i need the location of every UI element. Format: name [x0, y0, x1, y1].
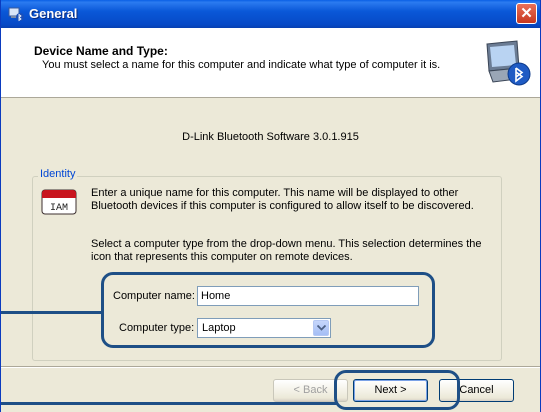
window-title: General — [29, 6, 78, 21]
svg-text:IAM: IAM — [50, 203, 68, 214]
computer-bluetooth-icon — [481, 38, 533, 90]
wizard-window: General ✕ Device Name and Type: You must… — [0, 0, 541, 412]
hello-i-am-badge-icon: IAM — [41, 188, 77, 216]
callout-highlight-fields — [101, 272, 435, 348]
header-title: Device Name and Type: — [34, 44, 168, 58]
close-icon: ✕ — [520, 5, 533, 22]
software-version: D-Link Bluetooth Software 3.0.1.915 — [182, 131, 359, 143]
title-bar[interactable]: General ✕ — [1, 0, 540, 28]
header-subtitle: You must select a name for this computer… — [42, 59, 441, 71]
wizard-header: Device Name and Type: You must select a … — [1, 28, 540, 98]
identity-type-description: Select a computer type from the drop-dow… — [91, 238, 482, 263]
bluetooth-device-icon — [8, 6, 24, 22]
callout-highlight-next — [334, 370, 460, 410]
footer-separator — [1, 366, 540, 368]
callout-leader-line-next — [1, 402, 337, 405]
callout-leader-line-fields — [1, 311, 101, 314]
close-button[interactable]: ✕ — [516, 3, 537, 24]
identity-name-description: Enter a unique name for this computer. T… — [91, 187, 474, 212]
identity-group-label: Identity — [38, 168, 78, 180]
